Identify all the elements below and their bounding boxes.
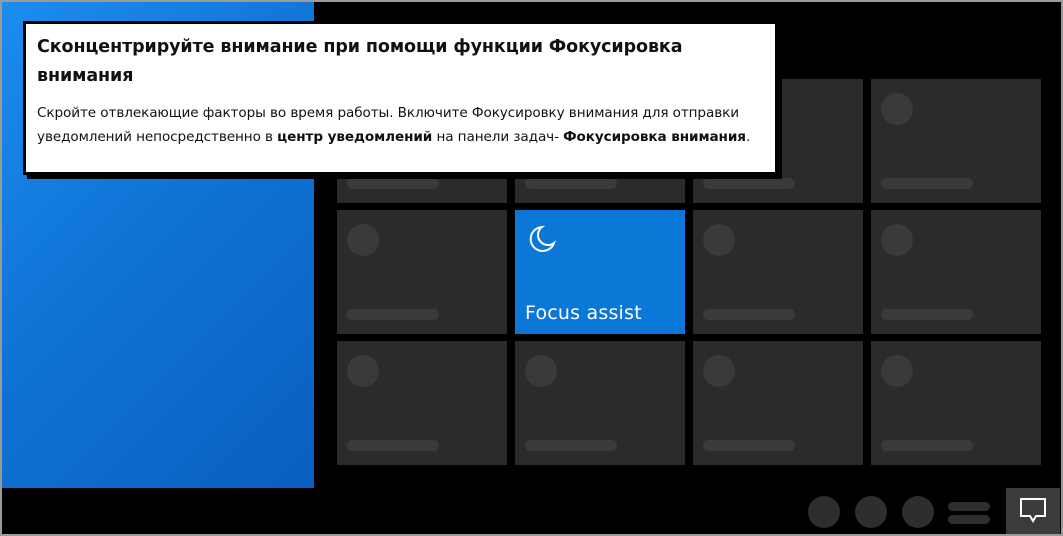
quick-action-tile[interactable] <box>337 210 507 334</box>
quick-action-tile[interactable] <box>871 79 1041 203</box>
tile-icon-placeholder <box>881 224 913 256</box>
tile-label-placeholder <box>703 178 795 189</box>
tooltip-action-center-emphasis: центр уведомлений <box>277 129 433 145</box>
tile-icon-placeholder <box>525 355 557 387</box>
taskbar-icon[interactable] <box>855 496 887 528</box>
tile-label-placeholder <box>881 309 973 320</box>
taskbar-icon[interactable] <box>808 496 840 528</box>
taskbar-icon[interactable] <box>902 496 934 528</box>
notification-center-button[interactable] <box>1006 488 1060 534</box>
focus-assist-label: Focus assist <box>525 302 642 324</box>
quick-action-tile[interactable] <box>693 341 863 465</box>
tooltip-body: Скройте отвлекающие факторы во время раб… <box>37 101 765 149</box>
tile-label-placeholder <box>347 440 439 451</box>
tile-icon-placeholder <box>347 355 379 387</box>
tile-label-placeholder <box>525 178 617 189</box>
tooltip-focus-assist-emphasis: Фокусировка внимания <box>563 129 746 145</box>
tile-icon-placeholder <box>347 224 379 256</box>
tile-label-placeholder <box>881 440 973 451</box>
tile-label-placeholder <box>881 178 973 189</box>
screen: Focus assist Сконцентрируйте внимание пр… <box>0 0 1063 536</box>
taskbar-menu-icon[interactable] <box>948 500 990 526</box>
quick-action-tile[interactable] <box>693 210 863 334</box>
quick-action-tile[interactable] <box>871 210 1041 334</box>
tile-label-placeholder <box>703 309 795 320</box>
tile-label-placeholder <box>703 440 795 451</box>
tooltip-title: Сконцентрируйте внимание при помощи функ… <box>37 37 683 86</box>
tile-label-placeholder <box>347 309 439 320</box>
tile-label-placeholder <box>347 178 439 189</box>
tile-icon-placeholder <box>881 93 913 125</box>
tile-icon-placeholder <box>881 355 913 387</box>
tooltip-body-text: на панели задач- <box>432 129 564 145</box>
moon-icon <box>529 225 557 252</box>
quick-action-tile[interactable] <box>515 341 685 465</box>
tile-label-placeholder <box>525 440 617 451</box>
focus-assist-tile[interactable]: Focus assist <box>515 210 685 334</box>
quick-action-tile[interactable] <box>337 341 507 465</box>
tile-icon-placeholder <box>703 355 735 387</box>
focus-assist-tooltip: Сконцентрируйте внимание при помощи функ… <box>23 21 778 175</box>
notification-icon <box>1020 498 1046 523</box>
quick-action-tile[interactable] <box>871 341 1041 465</box>
tooltip-body-period: . <box>745 129 751 145</box>
tile-icon-placeholder <box>703 224 735 256</box>
